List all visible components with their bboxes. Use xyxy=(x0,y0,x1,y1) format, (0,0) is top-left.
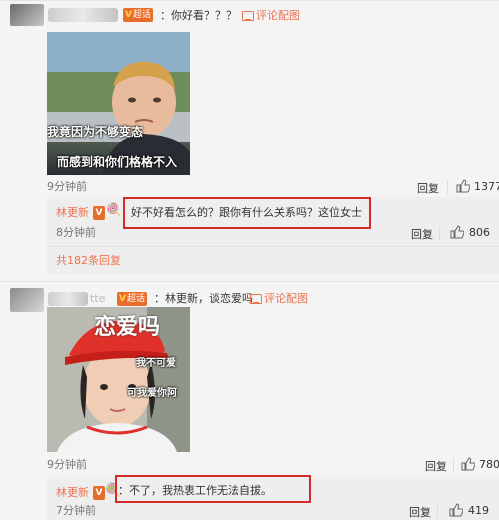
reply-divider xyxy=(47,246,499,247)
image-caption-line1: 我不可爱 xyxy=(136,358,176,369)
reply-text: ：不了，我热衷工作无法自拔。 xyxy=(118,484,272,497)
super-topic-badge: V超话 xyxy=(123,8,153,22)
v-mark-icon: V xyxy=(125,10,132,20)
like-thumb-icon[interactable] xyxy=(450,225,464,239)
reply-author[interactable]: 林更新 xyxy=(56,486,89,500)
image-caption-big: 恋爱吗 xyxy=(94,315,161,340)
image-caption-line2: 而感到和你们格格不入 xyxy=(57,155,178,169)
reply-time: 8分钟前 xyxy=(56,226,96,239)
reply-author[interactable]: 林更新 xyxy=(56,206,89,220)
image-caption-line2: 可我爱你阿 xyxy=(127,388,177,399)
verified-badge: V xyxy=(93,486,105,500)
comment-text: ：你好看？？？ xyxy=(160,9,237,22)
picture-icon xyxy=(242,11,254,21)
badge-label: 超话 xyxy=(126,294,145,304)
reply-time: 7分钟前 xyxy=(56,504,96,517)
reply-reply-button[interactable]: 回复 xyxy=(411,226,433,242)
like-count: 1377 xyxy=(474,180,499,193)
emoji-icon: 🍭 xyxy=(106,203,123,218)
comment-divider xyxy=(0,281,499,282)
reply-button[interactable]: 回复 xyxy=(425,458,447,474)
comment-text: ：林更新，谈恋爱吗 xyxy=(154,292,253,305)
reply-like-count: 806 xyxy=(469,226,490,239)
like-count: 780 xyxy=(479,458,499,471)
username-blurred[interactable] xyxy=(48,292,88,306)
divider xyxy=(447,180,448,194)
view-image-link[interactable]: 评论配图 xyxy=(256,9,300,23)
username-blurred[interactable] xyxy=(48,8,118,22)
like-thumb-icon[interactable] xyxy=(461,457,475,471)
super-topic-badge: V超话 xyxy=(117,292,147,306)
top-divider xyxy=(0,0,499,1)
comment-time: 9分钟前 xyxy=(47,180,87,193)
more-replies-link[interactable]: 共182条回复 xyxy=(56,254,121,268)
like-thumb-icon[interactable] xyxy=(449,503,463,517)
divider xyxy=(437,504,438,518)
reply-reply-button[interactable]: 回复 xyxy=(409,504,431,520)
reply-like-count: 419 xyxy=(468,504,489,517)
like-thumb-icon[interactable] xyxy=(456,179,470,193)
picture-icon xyxy=(250,294,262,304)
avatar[interactable] xyxy=(10,288,44,312)
divider xyxy=(439,226,440,240)
comment-image[interactable]: 恋爱吗 我不可爱 可我爱你阿 xyxy=(47,307,190,452)
divider xyxy=(453,458,454,472)
comment-image[interactable]: 我竟因为不够变态 而感到和你们格格不入 xyxy=(47,32,190,175)
verified-badge: V xyxy=(93,206,105,220)
reply-text: 好不好看怎么的？跟你有什么关系吗？这位女士 xyxy=(131,206,362,219)
v-mark-icon: V xyxy=(119,294,126,304)
view-image-link[interactable]: 评论配图 xyxy=(264,292,308,306)
comment-time: 9分钟前 xyxy=(47,458,87,471)
username-suffix[interactable]: tte xyxy=(90,292,105,306)
reply-button[interactable]: 回复 xyxy=(417,180,439,196)
image-caption-line1: 我竟因为不够变态 xyxy=(47,125,144,139)
avatar[interactable] xyxy=(10,4,44,26)
badge-label: 超话 xyxy=(132,10,151,20)
